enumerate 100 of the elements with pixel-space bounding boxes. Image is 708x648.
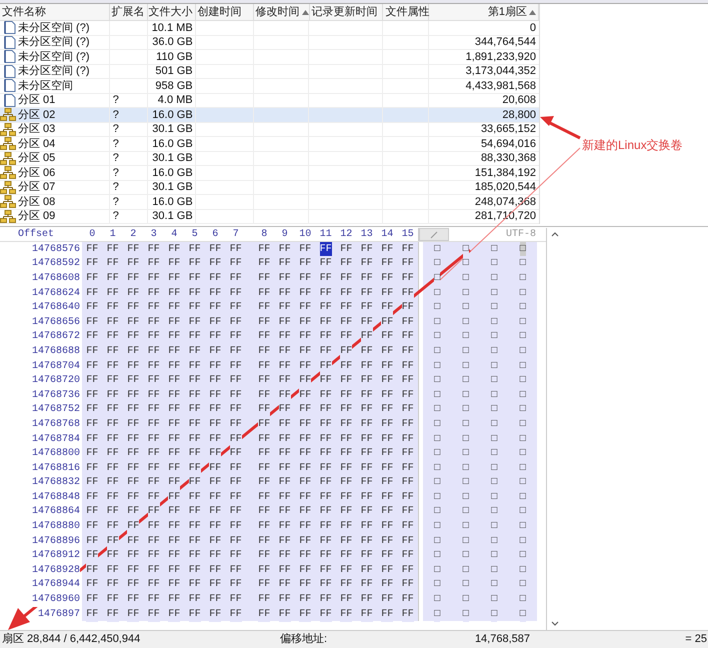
hex-byte[interactable]: FF (230, 432, 242, 447)
hex-byte[interactable]: FF (209, 606, 222, 622)
column-header[interactable]: 文件属性 (383, 4, 430, 20)
hex-byte[interactable]: FF (148, 490, 160, 505)
byte-column-header: 8 (260, 228, 268, 242)
hex-byte[interactable]: FF (86, 606, 98, 622)
file-row[interactable]: 分区 02 ? 16.0 GB 28,800 (0, 108, 539, 122)
column-header[interactable]: 记录更新时间 (310, 4, 384, 20)
hex-byte[interactable]: FF (320, 242, 332, 257)
file-name: 分区 06 (18, 166, 56, 180)
file-extension: ? (112, 151, 119, 166)
hex-byte[interactable]: FF (258, 606, 270, 622)
edit-toggle-button[interactable] (419, 228, 449, 241)
hex-byte[interactable]: FF (148, 504, 160, 520)
hex-byte[interactable]: FF (299, 606, 312, 622)
network-tree-icon (0, 152, 16, 165)
file-row[interactable]: 分区 08 ? 16.0 GB 248,074,368 (0, 195, 539, 210)
first-sector: 54,694,016 (480, 136, 536, 152)
hex-byte[interactable]: FF (340, 344, 352, 359)
hex-byte[interactable]: FF (360, 606, 373, 622)
hex-byte[interactable]: FF (168, 475, 180, 490)
column-header[interactable]: 修改时间 (254, 4, 310, 20)
hex-byte[interactable]: FF (188, 606, 201, 622)
file-name: 未分区空间 (?) (18, 34, 90, 50)
network-tree-icon (0, 122, 16, 136)
column-header[interactable]: 第1扇区 (429, 4, 540, 20)
hex-byte[interactable]: FF (278, 388, 291, 403)
hex-byte[interactable]: FF (320, 358, 332, 374)
first-sector: 1,891,233,920 (466, 50, 536, 64)
hex-byte[interactable]: FF (209, 446, 222, 462)
file-size: 501 GB (155, 64, 193, 79)
first-sector: 185,020,544 (474, 180, 536, 195)
file-size: 16.0 GB (152, 136, 193, 152)
network-tree-icon (0, 166, 16, 180)
file-row[interactable]: 分区 07 ? 30.1 GB 185,020,544 (0, 180, 539, 195)
column-header[interactable]: 扩展名 (110, 4, 148, 20)
byte-column-header: 4 (170, 228, 178, 242)
value-status: = 25 (685, 632, 708, 648)
hex-byte[interactable]: FF (168, 606, 180, 622)
first-sector: 20,608 (502, 93, 536, 108)
file-row[interactable]: 分区 06 ? 16.0 GB 151,384,192 (0, 166, 539, 180)
hex-byte[interactable]: FF (127, 519, 140, 534)
hex-byte[interactable]: FF (106, 606, 119, 622)
hex-byte[interactable]: FF (106, 534, 119, 549)
file-name: 分区 05 (18, 151, 56, 166)
chevron-down-icon[interactable] (550, 621, 558, 626)
chevron-up-icon[interactable] (550, 232, 558, 237)
first-sector: 248,074,368 (474, 194, 536, 210)
file-size: 110 GB (156, 50, 193, 64)
byte-column-header: 14 (380, 228, 394, 242)
hex-byte[interactable]: FF (360, 329, 373, 344)
file-name: 分区 08 (18, 194, 56, 210)
hex-byte[interactable]: FF (127, 606, 140, 622)
network-tree-icon (0, 108, 16, 122)
file-extension: ? (112, 136, 119, 152)
hex-byte[interactable]: FF (320, 606, 332, 622)
hex-byte[interactable]: FF (230, 606, 242, 622)
file-size: 30.1 GB (152, 209, 193, 224)
file-name: 分区 02 (18, 108, 56, 122)
hex-byte[interactable]: FF (340, 606, 352, 622)
file-row[interactable]: 分区 04 ? 16.0 GB 54,694,016 (0, 137, 539, 152)
encoding-label: UTF-8 (506, 228, 536, 242)
hex-byte[interactable]: FF (402, 286, 414, 301)
file-size: 958 GB (155, 78, 193, 94)
file-size: 30.1 GB (152, 180, 193, 195)
first-sector: 281,710,720 (474, 209, 536, 224)
file-size: 10.1 MB (152, 20, 193, 36)
file-size: 16.0 GB (152, 194, 193, 210)
hex-byte[interactable]: FF (188, 460, 201, 476)
hex-byte[interactable]: FF (86, 548, 98, 564)
file-row[interactable]: 分区 09 ? 30.1 GB 281,710,720 (0, 210, 539, 224)
hex-byte[interactable]: FF (148, 606, 160, 622)
file-name: 分区 01 (18, 93, 56, 108)
offset-label: 偏移地址: (280, 632, 328, 648)
file-size: 30.1 GB (152, 151, 193, 166)
byte-column-header: 1 (108, 228, 117, 242)
column-header[interactable]: 文件大小 (148, 4, 196, 20)
hex-byte[interactable]: FF (278, 606, 291, 622)
document-icon (4, 36, 16, 49)
file-name: 未分区空间 (18, 78, 73, 94)
hex-byte[interactable]: FF (258, 402, 270, 418)
first-sector: 88,330,368 (480, 151, 536, 166)
hex-byte[interactable]: FF (360, 314, 373, 330)
byte-column-header: 3 (150, 228, 158, 242)
file-name: 分区 07 (18, 180, 56, 195)
sort-ascending-icon (302, 10, 309, 14)
byte-column-header: 10 (298, 228, 312, 242)
hex-byte[interactable]: FF (299, 373, 312, 388)
hex-byte[interactable]: FF (402, 606, 414, 622)
file-row[interactable]: 分区 05 ? 30.1 GB 88,330,368 (0, 152, 539, 166)
file-name: 未分区空间 (?) (18, 64, 90, 79)
column-header[interactable]: 文件名称 (0, 4, 110, 20)
file-row[interactable]: 分区 03 ? 30.1 GB 33,665,152 (0, 122, 539, 137)
file-size: 30.1 GB (152, 122, 193, 137)
hex-byte[interactable]: FF (381, 606, 394, 622)
column-header[interactable]: 创建时间 (196, 4, 254, 20)
hex-byte[interactable]: FF (381, 300, 394, 316)
file-extension: ? (112, 166, 119, 180)
document-icon (4, 50, 16, 64)
sector-status: 扇区 28,844 / 6,442,450,944 (1, 632, 142, 648)
